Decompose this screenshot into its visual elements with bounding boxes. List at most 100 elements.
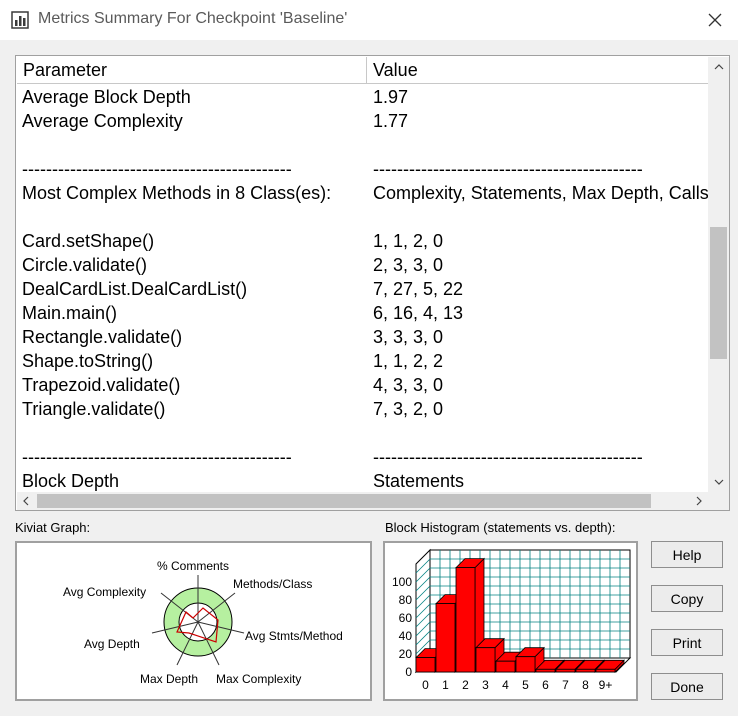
value-cell: 1, 1, 2, 2 (373, 351, 444, 371)
vertical-scroll-thumb[interactable] (710, 227, 727, 359)
value-cell: Complexity, Statements, Max Depth, Calls (373, 183, 708, 203)
parameter-cell: Most Complex Methods in 8 Class(es): (22, 183, 332, 203)
value-cell (373, 205, 708, 229)
horizontal-scroll-thumb[interactable] (37, 494, 651, 508)
histogram-y-tick-label: 0 (405, 665, 412, 679)
table-header: Parameter Value (17, 57, 708, 84)
table-row[interactable] (17, 421, 708, 445)
table-row[interactable]: DealCardList.DealCardList() 7, 27, 5, 22 (17, 277, 708, 301)
histogram-x-tick-label: 4 (502, 678, 509, 692)
table-row[interactable]: Card.setShape() 1, 1, 2, 0 (17, 229, 708, 253)
histogram-bar (555, 668, 576, 673)
value-cell: 7, 27, 5, 22 (373, 279, 464, 299)
title-bar: Metrics Summary For Checkpoint 'Baseline… (0, 0, 738, 40)
table-row[interactable] (17, 133, 708, 157)
histogram-y-tick-label: 20 (399, 647, 413, 661)
value-cell: 2, 3, 3, 0 (373, 255, 444, 275)
kiviat-axis-label: Max Depth (140, 672, 198, 686)
parameter-cell: DealCardList.DealCardList() (22, 279, 248, 299)
value-cell: 1, 1, 2, 0 (373, 231, 444, 251)
parameter-cell: Trapezoid.validate() (22, 375, 181, 395)
histogram-bar (495, 660, 516, 673)
kiviat-svg: % Comments Methods/Class Avg Stmts/Metho… (63, 559, 343, 686)
table-row[interactable]: Circle.validate() 2, 3, 3, 0 (17, 253, 708, 277)
scroll-up-button[interactable] (708, 57, 729, 77)
histogram-bar (515, 656, 536, 673)
value-cell: 6, 16, 4, 13 (373, 303, 464, 323)
horizontal-scrollbar[interactable] (17, 492, 708, 510)
chevron-up-icon (714, 64, 723, 70)
histogram-svg: 0204060801000 1 2 3 4 5 6 7 8 9+ (392, 548, 632, 692)
table-row[interactable]: Rectangle.validate() 3, 3, 3, 0 (17, 325, 708, 349)
value-cell: 4, 3, 3, 0 (373, 375, 444, 395)
table-row[interactable]: Trapezoid.validate() 4, 3, 3, 0 (17, 373, 708, 397)
table-row[interactable]: ----------------------------------------… (17, 445, 708, 469)
histogram-bar (475, 647, 496, 673)
parameter-cell: Block Depth (22, 471, 120, 491)
table-row[interactable]: Average Block Depth 1.97 (17, 85, 708, 109)
value-cell: ----------------------------------------… (373, 159, 643, 179)
histogram-bar (415, 657, 436, 673)
parameter-cell: ----------------------------------------… (22, 447, 292, 467)
scroll-left-button[interactable] (17, 492, 35, 510)
histogram-bar (455, 567, 476, 673)
histogram-bar (535, 668, 556, 673)
histogram-x-tick-label: 5 (522, 678, 529, 692)
table-row[interactable]: Main.main() 6, 16, 4, 13 (17, 301, 708, 325)
parameter-cell: Average Complexity (22, 111, 183, 131)
kiviat-axis-label: Avg Complexity (63, 585, 146, 599)
value-cell: Statements (373, 471, 465, 491)
parameter-cell: ----------------------------------------… (22, 159, 292, 179)
histogram-x-tick-label: 9+ (599, 678, 613, 692)
value-cell (373, 133, 708, 157)
scrollbar-corner (708, 492, 729, 510)
kiviat-graph: % Comments Methods/Class Avg Stmts/Metho… (15, 541, 372, 701)
table-row[interactable]: Triangle.validate() 7, 3, 2, 0 (17, 397, 708, 421)
table-row[interactable]: Average Complexity 1.77 (17, 109, 708, 133)
parameter-cell: Average Block Depth (22, 87, 191, 107)
histogram-bar (595, 668, 616, 673)
chevron-left-icon (23, 496, 29, 506)
histogram-x-tick-label: 2 (462, 678, 469, 692)
scroll-right-button[interactable] (690, 492, 708, 510)
chart-app-icon (11, 11, 29, 29)
histogram-x-tick-label: 6 (542, 678, 549, 692)
copy-button[interactable]: Copy (651, 585, 723, 612)
chevron-down-icon (714, 479, 723, 485)
value-cell: 1.77 (373, 111, 409, 131)
kiviat-axis-label: % Comments (157, 559, 229, 573)
parameter-cell: Rectangle.validate() (22, 327, 183, 347)
help-button[interactable]: Help (651, 541, 723, 568)
table-row[interactable] (17, 205, 708, 229)
histogram-bar (435, 603, 456, 673)
histogram-y-tick-label: 80 (399, 593, 413, 607)
histogram-y-tick-label: 100 (392, 575, 412, 589)
kiviat-axis-label: Avg Depth (84, 637, 140, 651)
block-histogram: 0 20 40 60 80 100 0 1 2 3 4 5 6 7 8 9+ (383, 541, 638, 701)
value-cell: 7, 3, 2, 0 (373, 399, 444, 419)
close-button[interactable] (700, 6, 730, 34)
parameter-cell (22, 133, 367, 157)
histogram-x-tick-label: 1 (442, 678, 449, 692)
table-row[interactable]: Block Depth Statements (17, 469, 708, 492)
vertical-scrollbar[interactable] (708, 57, 729, 492)
table-row[interactable]: ----------------------------------------… (17, 157, 708, 181)
parameter-cell: Main.main() (22, 303, 118, 323)
print-button[interactable]: Print (651, 629, 723, 656)
value-cell: ----------------------------------------… (373, 447, 643, 467)
histogram-label: Block Histogram (statements vs. depth): (385, 520, 616, 535)
parameter-cell: Circle.validate() (22, 255, 148, 275)
kiviat-axis-label: Avg Stmts/Method (245, 629, 343, 643)
chevron-right-icon (696, 496, 702, 506)
parameter-cell: Card.setShape() (22, 231, 155, 251)
scroll-down-button[interactable] (708, 472, 729, 492)
parameter-cell (22, 205, 367, 229)
column-header-parameter[interactable]: Parameter (17, 57, 367, 83)
value-cell: 1.97 (373, 87, 409, 107)
metrics-table[interactable]: Parameter Value Average Block Depth 1.97 A… (15, 55, 730, 511)
table-row[interactable]: Shape.toString() 1, 1, 2, 2 (17, 349, 708, 373)
done-button[interactable]: Done (651, 673, 723, 700)
kiviat-label: Kiviat Graph: (15, 520, 91, 535)
column-header-value[interactable]: Value (367, 57, 708, 83)
table-row[interactable]: Most Complex Methods in 8 Class(es): Comp… (17, 181, 708, 205)
